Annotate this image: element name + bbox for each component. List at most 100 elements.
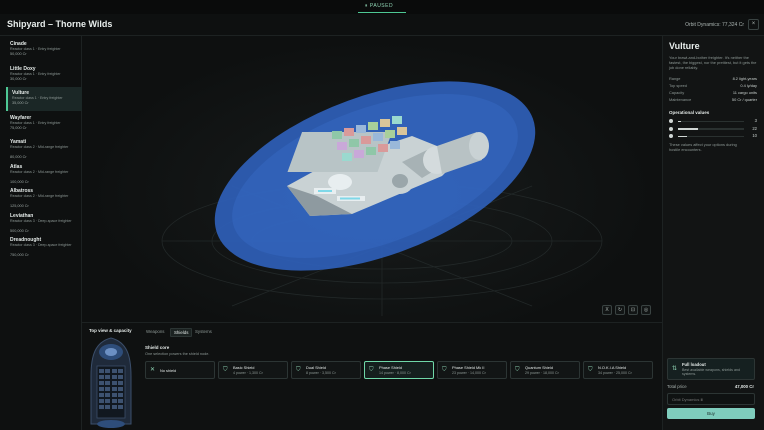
shield-icon: ⛉ (515, 367, 520, 373)
ship-list-item[interactable]: Albatross Reactor class 2 · Mid-range fre… (6, 185, 82, 209)
operational-bar (678, 120, 744, 122)
operational-value: 3 (754, 118, 757, 123)
operational-dot-icon (669, 134, 673, 138)
stat-label: Range (669, 76, 681, 81)
viewport-control-button[interactable]: ⊡ (628, 305, 638, 315)
ship-price: 50,000 Cr (10, 52, 27, 56)
ship-list-item[interactable]: Little Doxy Reactor class 1 · Entry freig… (6, 63, 82, 87)
shield-option[interactable]: ⛉ Phase Shield Mk II 23 power · 14,000 Cr (437, 361, 507, 379)
ship-list-item[interactable]: Leviathan Reactor class 3 · Deep-space fr… (6, 210, 82, 234)
ship-description: Reactor class 3 · Deep-space freighter (10, 243, 72, 247)
shield-core-description: One selection powers the shield node. (145, 352, 210, 356)
shield-option[interactable]: ⛉ Basic Shield 4 power · 1,300 Cr (218, 361, 288, 379)
ship-price: 125,000 Cr (10, 204, 29, 208)
operational-heading: Operational values (669, 110, 710, 115)
shield-option-detail: 23 power · 14,000 Cr (452, 371, 486, 375)
account-select-input[interactable] (667, 393, 755, 405)
shield-option-detail: 14 power · 8,000 Cr (379, 371, 411, 375)
shield-option-detail: 34 power · 25,000 Cr (598, 371, 632, 375)
shield-icon: ⛉ (223, 367, 228, 373)
total-price-value: 47,000 Cr (734, 384, 754, 389)
ship-3d-viewport[interactable] (82, 36, 662, 322)
ship-description: Reactor class 1 · Entry freighter (10, 120, 61, 125)
ship-price: 30,000 Cr (10, 76, 27, 81)
full-loadout-button[interactable]: ⇅ Full loadout Best available weapons, s… (667, 358, 755, 380)
shield-option-detail: 4 power · 1,300 Cr (233, 371, 263, 375)
paused-indicator[interactable]: ⏸ PAUSED (365, 3, 393, 9)
top-status-bar: ⏸ PAUSED (0, 0, 764, 14)
ship-price: 35,000 Cr (12, 101, 29, 105)
ship-price: 750,000 Cr (10, 253, 29, 257)
paused-underline (358, 12, 406, 13)
full-loadout-title: Full loadout (682, 362, 706, 367)
stat-value: 0.4 ly/day (740, 83, 757, 88)
ship-description: Reactor class 2 · Mid-range freighter (10, 194, 69, 198)
balance-readout: Orbit Dynamics: 77,324 Cr (685, 22, 744, 28)
viewport-control-button[interactable]: X (602, 305, 612, 315)
shield-option[interactable]: ⛉ Phase Shield 14 power · 8,000 Cr (364, 361, 434, 379)
shield-option-name: No shield (160, 368, 177, 373)
loadout-panel: Top view & capacity Weapons Shields System… (82, 322, 662, 430)
ship-description: Reactor class 1 · Entry freighter (12, 96, 63, 100)
shield-option[interactable]: ⛉ N.O.K.I.A Shield 34 power · 25,000 Cr (583, 361, 653, 379)
topview-label: Top view & capacity (89, 328, 132, 333)
operational-bar (678, 128, 744, 130)
ship-description: Reactor class 3 · Deep-space freighter (10, 218, 72, 223)
shield-option[interactable]: ✕ No shield (145, 361, 215, 379)
no-shield-icon: ✕ (150, 367, 156, 373)
ship-topview (90, 337, 132, 428)
shield-icon: ⛉ (369, 367, 374, 373)
full-loadout-description: Best available weapons, shields and syst… (682, 368, 740, 377)
operational-bar-fill (678, 128, 698, 130)
stat-value: 50 Cr / quarter (731, 97, 757, 102)
tab-weapons[interactable]: Weapons (143, 328, 167, 335)
shield-icon: ⛉ (296, 367, 301, 373)
buy-button[interactable]: Buy (667, 408, 755, 419)
operational-dot-icon (669, 126, 673, 131)
viewport-control-button[interactable]: ◎ (641, 305, 651, 315)
ship-price: 100,000 Cr (10, 179, 29, 184)
loadout-icon: ⇅ (672, 366, 678, 372)
shield-option-detail: 29 power · 18,000 Cr (525, 371, 559, 375)
stat-label: Top speed (669, 83, 687, 88)
stat-value: 8.2 light-years (732, 76, 757, 81)
ship-list-item[interactable]: Atlas Reactor class 2 · Mid-range freight… (6, 161, 82, 185)
ship-list-item[interactable]: Cinade Reactor class 1 · Entry freighter 5… (6, 38, 82, 62)
ship-list-item[interactable]: Wayfarer Reactor class 1 · Entry freighte… (6, 112, 82, 136)
detail-description: Your brawl-and-bother freighter. It's ne… (669, 55, 757, 70)
tab-systems[interactable]: Systems (192, 328, 215, 335)
operational-bar-fill (678, 135, 688, 137)
ship-description: Reactor class 2 · Mid-range freighter (10, 169, 69, 174)
tab-shields[interactable]: Shields (170, 328, 193, 337)
ship-list-item[interactable]: Vulture Reactor class 1 · Entry freighter… (6, 87, 82, 111)
shield-option[interactable]: ⛉ Quantum Shield 29 power · 18,000 Cr (510, 361, 580, 379)
operational-value: 10 (752, 133, 757, 138)
shield-option-detail: 8 power · 3,500 Cr (306, 371, 336, 375)
shield-icon: ⛉ (588, 367, 593, 373)
viewport-control-button[interactable]: ↻ (615, 305, 625, 315)
total-price-label: Total price (667, 384, 687, 389)
ship-price: 80,000 Cr (10, 155, 27, 159)
detail-ship-name: Vulture (669, 41, 700, 51)
shipyard-screen: ⏸ PAUSED Shipyard – Thorne Wilds Orbit D… (0, 0, 764, 430)
ship-price: 75,000 Cr (10, 125, 27, 130)
stat-value: 11 cargo units (732, 90, 757, 95)
stat-row: Top speed 0.4 ly/day (669, 83, 759, 89)
ship-description: Reactor class 1 · Entry freighter (10, 47, 61, 51)
ship-list-item[interactable]: Dreadnought Reactor class 3 · Deep-space … (6, 234, 82, 258)
close-button[interactable]: × (748, 19, 759, 30)
stat-row: Range 8.2 light-years (669, 76, 759, 82)
shield-core-title: Shield core (145, 345, 170, 350)
stat-label: Capacity (669, 90, 685, 95)
stat-label: Maintenance (669, 97, 692, 102)
total-price-row: Total price 47,000 Cr (667, 384, 755, 391)
shield-option[interactable]: ⛉ Dual Shield 8 power · 3,500 Cr (291, 361, 361, 379)
page-title: Shipyard – Thorne Wilds (7, 19, 113, 29)
shield-option-name: Basic Shield (233, 365, 255, 370)
ship-list-item[interactable]: Yamati Reactor class 2 · Mid-range freigh… (6, 136, 82, 160)
stat-row: Maintenance 50 Cr / quarter (669, 97, 759, 103)
shield-option-name: Phase Shield Mk II (452, 365, 485, 370)
operational-dot-icon (669, 119, 673, 123)
shield-option-name: Dual Shield (306, 365, 326, 370)
operational-bar-fill (678, 120, 682, 122)
